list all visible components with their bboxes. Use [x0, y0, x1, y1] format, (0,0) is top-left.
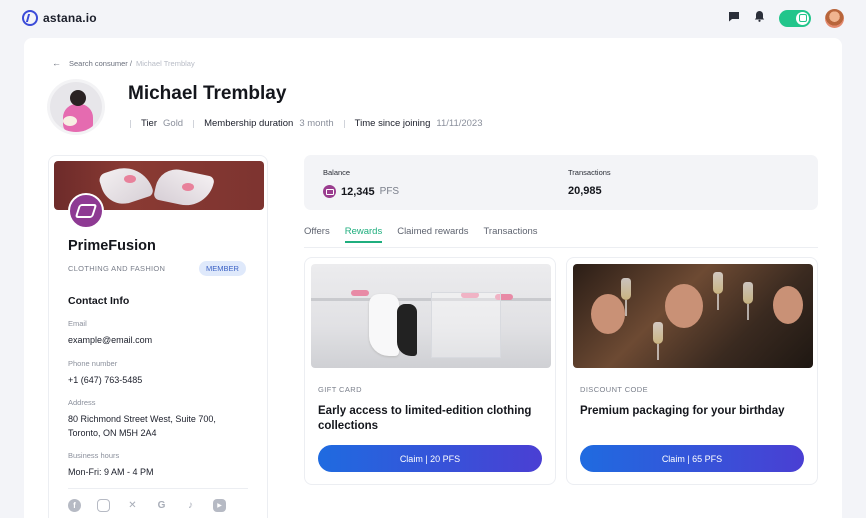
tier-value: Gold — [163, 118, 184, 129]
balance-value: 12,345 — [341, 185, 375, 198]
profile-avatar — [47, 79, 105, 135]
logo-text: astana.io — [43, 11, 97, 25]
reward-type: DISCOUNT CODE — [580, 385, 648, 394]
address-line-1: 80 Richmond Street West, Suite 700, — [68, 414, 216, 424]
breadcrumb-parent[interactable]: Search consumer / — [69, 59, 132, 68]
email-label: Email — [68, 319, 87, 328]
facebook-icon[interactable]: f — [68, 499, 81, 512]
toggle-switch[interactable] — [779, 9, 811, 27]
tab-claimed-rewards[interactable]: Claimed rewards — [397, 226, 468, 243]
phone-label: Phone number — [68, 359, 118, 368]
balance-value-group: 12,345 PFS — [323, 185, 399, 198]
avatar[interactable] — [825, 8, 844, 28]
reward-title: Early access to limited-edition clothing… — [318, 405, 532, 432]
balance-unit: PFS — [379, 186, 400, 197]
tiktok-icon[interactable]: ♪ — [184, 499, 197, 512]
reward-image — [311, 264, 551, 368]
claim-button[interactable]: Claim | 20 PFS — [318, 445, 542, 472]
logo[interactable]: astana.io — [22, 10, 97, 26]
balance-label: Balance — [323, 168, 351, 177]
brand-category: CLOTHING AND FASHION — [68, 264, 166, 273]
tab-offers[interactable]: Offers — [304, 226, 330, 243]
brand-name: PrimeFusion — [68, 238, 156, 254]
email-value[interactable]: example@email.com — [68, 333, 152, 347]
top-bar: astana.io — [0, 0, 866, 36]
brand-logo-icon — [68, 193, 104, 229]
divider — [304, 247, 818, 248]
toggle-icon — [796, 11, 809, 25]
member-badge: MEMBER — [199, 261, 246, 276]
divider — [68, 488, 248, 489]
joined-label: Time since joining — [354, 118, 431, 129]
reward-card: DISCOUNT CODE Premium packaging for your… — [566, 257, 818, 485]
x-icon[interactable]: ✕ — [126, 499, 139, 512]
transactions-value: 20,985 — [568, 185, 602, 197]
instagram-icon[interactable] — [97, 499, 110, 512]
message-icon[interactable] — [728, 9, 740, 27]
social-links: f ✕ G ♪ ▶ — [68, 499, 226, 512]
claim-button[interactable]: Claim | 65 PFS — [580, 445, 804, 472]
hours-label: Business hours — [68, 451, 120, 460]
address-line-2: Toronto, ON M5H 2A4 — [68, 428, 157, 438]
divider — [193, 119, 195, 128]
reward-card: GIFT CARD Early access to limited-editio… — [304, 257, 556, 485]
bell-icon[interactable] — [754, 9, 765, 27]
reward-title: Premium packaging for your birthday — [580, 405, 785, 417]
divider — [130, 119, 131, 128]
duration-label: Membership duration — [204, 118, 294, 129]
profile-meta: Tier Gold Membership duration 3 month Ti… — [126, 118, 483, 129]
tabs: Offers Rewards Claimed rewards Transacti… — [304, 226, 538, 243]
back-arrow-icon[interactable]: ← — [52, 58, 61, 68]
duration-value: 3 month — [299, 118, 334, 129]
logo-icon — [22, 10, 38, 26]
hours-value: Mon-Fri: 9 AM - 4 PM — [68, 467, 154, 477]
youtube-icon[interactable]: ▶ — [213, 499, 226, 512]
stats-panel: Balance 12,345 PFS Transactions 20,985 — [304, 155, 818, 210]
tier-label: Tier — [141, 118, 158, 129]
brand-card: PrimeFusion CLOTHING AND FASHION MEMBER … — [48, 155, 268, 518]
contact-info-title: Contact Info — [68, 295, 130, 307]
top-actions — [728, 8, 844, 28]
joined-value: 11/11/2023 — [436, 118, 483, 129]
pfs-coin-icon — [323, 185, 336, 198]
reward-image — [573, 264, 813, 368]
divider — [343, 119, 345, 128]
google-icon[interactable]: G — [155, 499, 168, 512]
reward-type: GIFT CARD — [318, 385, 362, 394]
page-title: Michael Tremblay — [128, 83, 287, 104]
transactions-label: Transactions — [568, 168, 611, 177]
tab-transactions[interactable]: Transactions — [483, 226, 537, 243]
address-label: Address — [68, 398, 96, 407]
phone-value[interactable]: +1 (647) 763-5485 — [68, 373, 142, 387]
breadcrumb-current: Michael Tremblay — [135, 58, 195, 68]
tab-rewards[interactable]: Rewards — [344, 226, 382, 243]
breadcrumb: ← Search consumer / Michael Tremblay — [52, 58, 195, 68]
